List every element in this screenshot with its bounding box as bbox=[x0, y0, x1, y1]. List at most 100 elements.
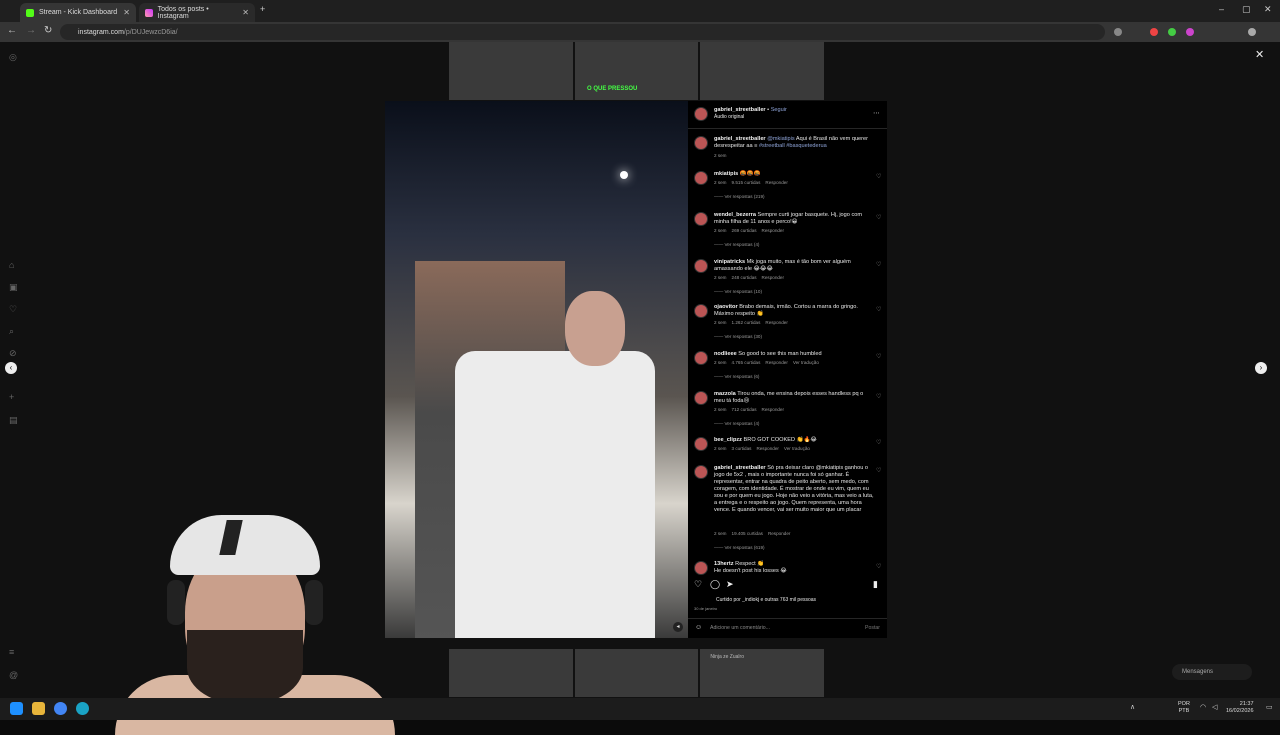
volume-icon[interactable]: ◁ bbox=[1212, 703, 1217, 711]
audio-label[interactable]: Áudio original bbox=[714, 114, 744, 121]
caption-hashtags[interactable]: #streetball #basquetederua bbox=[759, 143, 827, 149]
notification-icon[interactable]: ▭ bbox=[1266, 703, 1273, 711]
reels-icon[interactable]: ▣ bbox=[9, 282, 18, 293]
comment-avatar[interactable] bbox=[694, 561, 708, 575]
grid-thumbnail[interactable]: O QUE PRESSOU bbox=[449, 42, 637, 100]
comment-reply[interactable]: Responder bbox=[762, 407, 784, 412]
like-icon[interactable]: ♡ bbox=[694, 579, 702, 590]
instagram-logo-icon[interactable]: ◎ bbox=[9, 52, 17, 63]
author-avatar[interactable] bbox=[694, 107, 708, 121]
comment-like-icon[interactable]: ♡ bbox=[876, 306, 881, 313]
comment-like-icon[interactable]: ♡ bbox=[876, 173, 881, 180]
comment-username[interactable]: wendel_bezerra bbox=[714, 212, 756, 218]
comment-reply[interactable]: Responder bbox=[762, 228, 784, 233]
comment-like-icon[interactable]: ♡ bbox=[876, 393, 881, 400]
comment-like-icon[interactable]: ♡ bbox=[876, 467, 881, 474]
caption-mention[interactable]: @mkiatipis bbox=[767, 136, 794, 142]
new-tab-button[interactable]: + bbox=[260, 4, 265, 14]
heart-icon[interactable]: ♡ bbox=[9, 304, 17, 315]
comment-avatar[interactable] bbox=[694, 259, 708, 273]
view-replies-button[interactable]: —— Ver respostas (6) bbox=[714, 374, 759, 379]
explore-icon[interactable]: ⊘ bbox=[9, 348, 17, 359]
caption-username[interactable]: gabriel_streetballer bbox=[714, 136, 766, 142]
comment-reply[interactable]: Responder bbox=[768, 531, 790, 536]
extension-icon[interactable] bbox=[1186, 28, 1194, 36]
view-replies-button[interactable]: —— Ver respostas (4) bbox=[714, 421, 759, 426]
comment-username[interactable]: gabriel_streetballer bbox=[714, 465, 766, 471]
comment-translate[interactable]: Ver tradução bbox=[793, 360, 819, 365]
liked-by-text[interactable]: Curtido por _indiokj e outras 763 mil pe… bbox=[716, 597, 816, 604]
file-explorer-icon[interactable] bbox=[32, 702, 45, 715]
profile-avatar[interactable] bbox=[1248, 28, 1256, 36]
comment-icon[interactable]: ◯ bbox=[710, 579, 720, 590]
comment-avatar[interactable] bbox=[694, 171, 708, 185]
comment-like-icon[interactable]: ♡ bbox=[876, 353, 881, 360]
mute-icon[interactable]: ◂ bbox=[673, 622, 683, 632]
comment-like-icon[interactable]: ♡ bbox=[876, 214, 881, 221]
menu-icon[interactable]: ≡ bbox=[9, 647, 14, 657]
close-icon[interactable]: ✕ bbox=[242, 8, 249, 17]
comment-translate[interactable]: Ver tradução bbox=[784, 446, 810, 451]
view-replies-button[interactable]: —— Ver respostas (219) bbox=[714, 194, 765, 199]
close-modal-icon[interactable]: ✕ bbox=[1255, 48, 1264, 61]
comment-avatar[interactable] bbox=[694, 391, 708, 405]
view-replies-button[interactable]: —— Ver respostas (30) bbox=[714, 334, 762, 339]
view-replies-button[interactable]: —— Ver respostas (4) bbox=[714, 242, 759, 247]
post-video[interactable]: ◂ bbox=[385, 101, 688, 638]
comment-avatar[interactable] bbox=[694, 212, 708, 226]
comment-reply[interactable]: Responder bbox=[756, 446, 778, 451]
forward-button[interactable]: → bbox=[26, 25, 36, 36]
home-icon[interactable]: ⌂ bbox=[9, 260, 14, 270]
comment-avatar[interactable] bbox=[694, 351, 708, 365]
extension-icon[interactable] bbox=[1114, 28, 1122, 36]
address-bar[interactable]: instagram.com/p/DUJewzcD6ia/ bbox=[60, 24, 1105, 40]
comment-avatar[interactable] bbox=[694, 465, 708, 479]
grid-thumbnail[interactable] bbox=[449, 649, 573, 697]
edge-icon[interactable] bbox=[76, 702, 89, 715]
share-icon[interactable]: ➤ bbox=[726, 579, 734, 590]
reload-button[interactable]: ↻ bbox=[44, 25, 52, 36]
grid-thumbnail[interactable] bbox=[700, 42, 825, 100]
comment-username[interactable]: bee_clipzz bbox=[714, 437, 742, 443]
comment-like-icon[interactable]: ♡ bbox=[876, 563, 881, 570]
comment-reply[interactable]: Responder bbox=[765, 180, 787, 185]
emoji-icon[interactable]: ☺ bbox=[695, 624, 702, 631]
comment-reply[interactable]: Responder bbox=[765, 320, 787, 325]
view-replies-button[interactable]: —— Ver respostas (10) bbox=[714, 289, 762, 294]
comment-like-icon[interactable]: ♡ bbox=[876, 439, 881, 446]
previous-post-button[interactable]: ‹ bbox=[5, 362, 17, 374]
tab-kick-dashboard[interactable]: Stream - Kick Dashboard ✕ bbox=[20, 3, 136, 22]
messages-icon[interactable]: ▤ bbox=[9, 415, 18, 426]
comment-avatar[interactable] bbox=[694, 437, 708, 451]
clock[interactable]: 21:37 16/02/2026 bbox=[1226, 701, 1254, 715]
save-icon[interactable]: ▮ bbox=[873, 579, 878, 590]
create-icon[interactable]: + bbox=[9, 392, 14, 402]
view-replies-button[interactable]: —— Ver respostas (619) bbox=[714, 545, 765, 550]
extension-icon[interactable] bbox=[1150, 28, 1158, 36]
comment-username[interactable]: mkiatipis bbox=[714, 171, 738, 177]
next-post-button[interactable]: › bbox=[1255, 362, 1267, 374]
back-button[interactable]: ← bbox=[7, 25, 17, 36]
author-username[interactable]: gabriel_streetballer bbox=[714, 107, 766, 113]
threads-icon[interactable]: @ bbox=[9, 670, 18, 680]
comment-reply[interactable]: Responder bbox=[762, 275, 784, 280]
messages-bubble[interactable]: Mensagens bbox=[1172, 664, 1252, 680]
more-options-icon[interactable]: ⋯ bbox=[873, 109, 880, 117]
extension-icon[interactable] bbox=[1168, 28, 1176, 36]
follow-button[interactable]: Seguir bbox=[771, 107, 787, 113]
close-icon[interactable]: ✕ bbox=[123, 8, 130, 17]
search-icon[interactable]: ⌕ bbox=[9, 326, 14, 337]
maximize-button[interactable]: ▢ bbox=[1242, 4, 1251, 15]
wifi-icon[interactable]: ◠ bbox=[1200, 703, 1206, 711]
comment-input[interactable]: Adicione um comentário... bbox=[710, 625, 770, 632]
tray-chevron-icon[interactable]: ∧ bbox=[1130, 703, 1135, 711]
comment-username[interactable]: ojaovitor bbox=[714, 304, 738, 310]
comment-username[interactable]: mazzola bbox=[714, 391, 736, 397]
grid-thumbnail[interactable]: Ninja ze Zualro bbox=[700, 649, 825, 697]
comment-username[interactable]: nodlieee bbox=[714, 351, 737, 357]
chrome-icon[interactable] bbox=[54, 702, 67, 715]
comment-username[interactable]: 13hertz bbox=[714, 561, 734, 567]
windows-start-icon[interactable] bbox=[10, 702, 23, 715]
comment-like-icon[interactable]: ♡ bbox=[876, 261, 881, 268]
minimize-button[interactable]: – bbox=[1219, 4, 1224, 14]
